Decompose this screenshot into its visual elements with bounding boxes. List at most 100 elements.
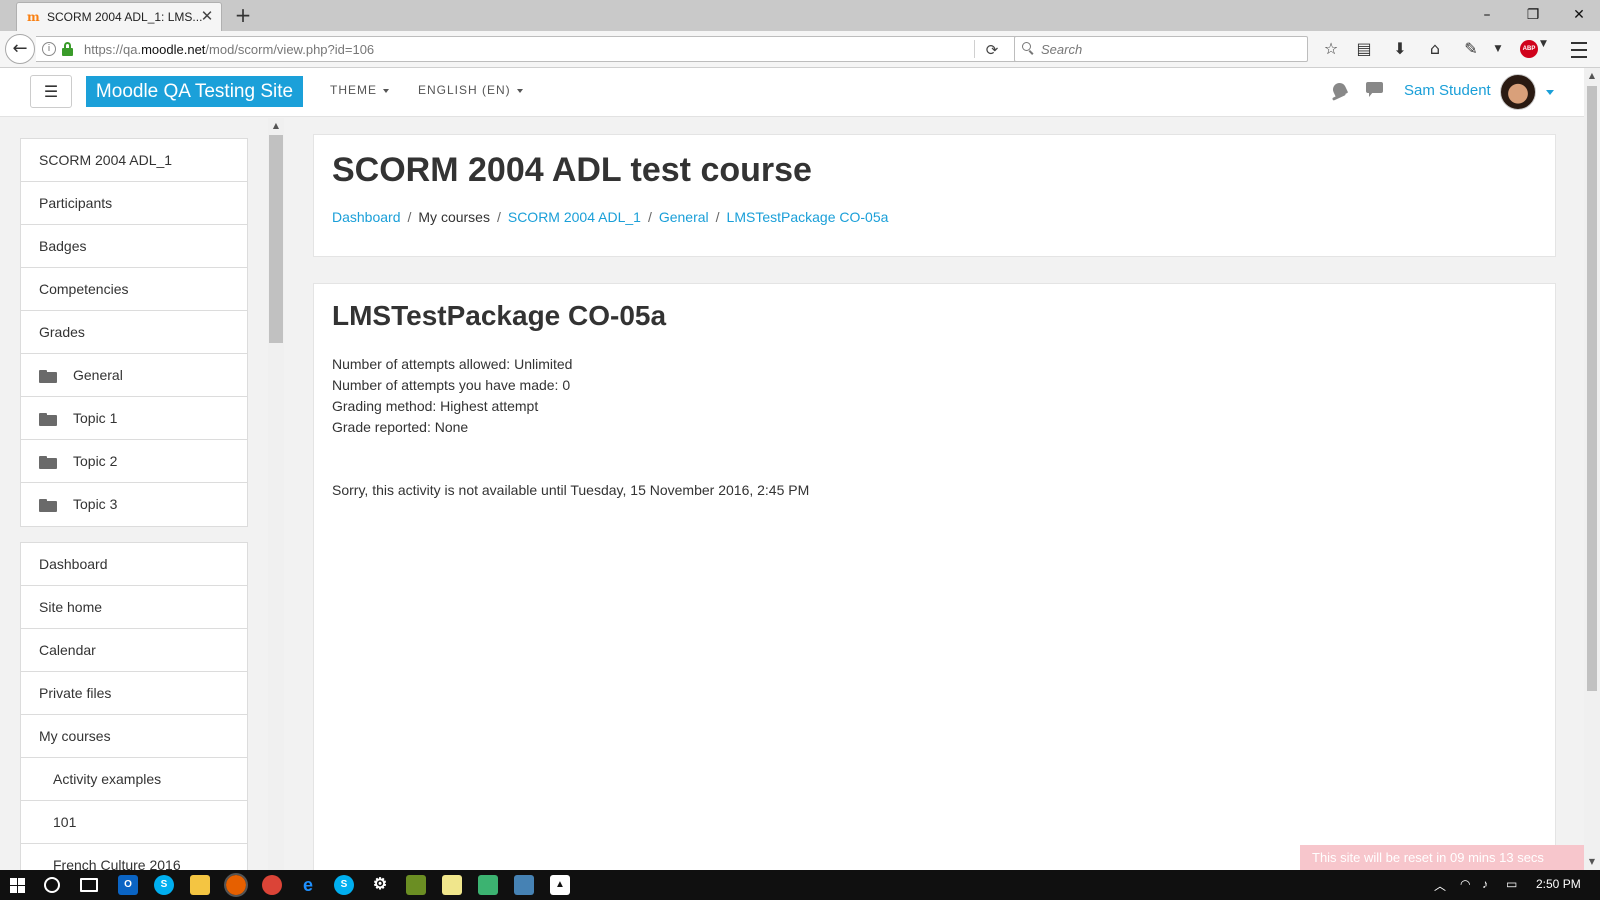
home-icon[interactable]: ⌂ <box>1423 38 1447 60</box>
attempts-allowed: Number of attempts allowed: Unlimited <box>332 356 573 372</box>
folder-icon <box>39 413 57 426</box>
firefox-icon[interactable] <box>224 873 248 897</box>
volume-icon[interactable]: ♪ <box>1482 877 1488 891</box>
file-explorer-icon[interactable] <box>190 875 210 895</box>
notifications-bell-icon[interactable] <box>1330 80 1350 101</box>
back-button[interactable]: ← <box>5 34 35 64</box>
breadcrumb-section[interactable]: General <box>659 209 709 225</box>
edge-icon[interactable]: e <box>298 875 318 895</box>
nav-drawer: SCORM 2004 ADL_1 Participants Badges Com… <box>0 118 284 870</box>
availability-message: Sorry, this activity is not available un… <box>332 482 810 498</box>
user-menu-caret-icon[interactable] <box>1546 90 1554 95</box>
breadcrumb: Dashboard / My courses / SCORM 2004 ADL_1 / Ge… <box>332 209 888 225</box>
close-window-button[interactable]: ✕ <box>1556 0 1600 30</box>
theme-menu[interactable]: THEME <box>330 83 389 97</box>
breadcrumb-separator: / <box>647 209 652 225</box>
settings-gear-icon[interactable]: ⚙ <box>370 875 390 895</box>
activity-card: LMSTestPackage CO-05a Number of attempts… <box>313 283 1556 870</box>
app-icon[interactable] <box>478 875 498 895</box>
tray-expand-icon[interactable]: ︿ <box>1434 877 1446 894</box>
site-name-link[interactable]: Moodle QA Testing Site <box>86 76 303 107</box>
moodle-favicon-icon: m <box>27 10 40 24</box>
breadcrumb-activity[interactable]: LMSTestPackage CO-05a <box>727 209 889 225</box>
breadcrumb-separator: / <box>496 209 501 225</box>
drawer-item-activity-examples[interactable]: Activity examples <box>21 758 247 801</box>
breadcrumb-dashboard[interactable]: Dashboard <box>332 209 401 225</box>
drawer-item-topic-2[interactable]: Topic 2 <box>21 440 247 483</box>
drawer-scrollbar[interactable]: ▲ <box>268 118 284 870</box>
site-nav-group: Dashboard Site home Calendar Private fil… <box>20 542 248 870</box>
grading-method: Grading method: Highest attempt <box>332 398 539 414</box>
drawer-item-dashboard[interactable]: Dashboard <box>21 543 247 586</box>
skype-business-icon[interactable]: S <box>334 875 354 895</box>
page-scrollbar[interactable]: ▲ ▼ <box>1584 68 1600 870</box>
skype-icon[interactable]: S <box>154 875 174 895</box>
search-bar[interactable]: Search <box>1014 36 1308 62</box>
adblock-dropdown-icon[interactable]: ▼ <box>1540 39 1547 49</box>
scroll-up-arrow-icon[interactable]: ▲ <box>268 118 284 134</box>
drawer-item-course[interactable]: SCORM 2004 ADL_1 <box>21 139 247 182</box>
drawer-item-topic-3[interactable]: Topic 3 <box>21 483 247 526</box>
user-avatar[interactable] <box>1500 74 1536 110</box>
secure-lock-icon <box>62 42 73 56</box>
messages-icon[interactable] <box>1366 82 1384 98</box>
url-bar[interactable]: i https://qa.moodle.net/mod/scorm/view.p… <box>36 36 1040 62</box>
extension-icon[interactable]: ✎ <box>1459 38 1483 60</box>
drawer-scrollbar-thumb[interactable] <box>269 135 283 343</box>
drawer-toggle-button[interactable]: ☰ <box>30 75 72 108</box>
browser-menu-icon[interactable] <box>1568 37 1590 61</box>
browser-tab[interactable]: m SCORM 2004 ADL_1: LMS... ✕ <box>16 2 222 31</box>
reading-list-icon[interactable]: ▤ <box>1352 38 1376 60</box>
extension-dropdown-icon[interactable]: ▼ <box>1486 38 1510 60</box>
scroll-up-arrow-icon[interactable]: ▲ <box>1584 68 1600 84</box>
caret-down-icon <box>383 88 389 93</box>
outlook-icon[interactable]: O <box>118 875 138 895</box>
tab-close-icon[interactable]: ✕ <box>199 8 215 24</box>
reload-icon[interactable]: ⟳ <box>982 40 1002 60</box>
drawer-item-grades[interactable]: Grades <box>21 311 247 354</box>
activity-title: LMSTestPackage CO-05a <box>332 300 667 331</box>
drawer-item-my-courses[interactable]: My courses <box>21 715 247 758</box>
breadcrumb-course[interactable]: SCORM 2004 ADL_1 <box>508 209 641 225</box>
browser-titlebar: m SCORM 2004 ADL_1: LMS... ✕ + – ❐ ✕ <box>0 0 1600 31</box>
page-header-card: SCORM 2004 ADL test course Dashboard / My … <box>313 134 1556 257</box>
scroll-down-arrow-icon[interactable]: ▼ <box>1584 854 1600 870</box>
drawer-item-general[interactable]: General <box>21 354 247 397</box>
windows-start-icon[interactable] <box>10 878 26 894</box>
restore-button[interactable]: ❐ <box>1510 0 1556 30</box>
chrome-icon[interactable] <box>262 875 282 895</box>
language-menu[interactable]: ENGLISH (EN) <box>418 83 523 97</box>
site-info-icon[interactable]: i <box>42 42 56 56</box>
download-icon[interactable]: ⬇ <box>1388 38 1412 60</box>
page-scrollbar-thumb[interactable] <box>1587 86 1597 691</box>
drawer-item-french-culture[interactable]: French Culture 2016 <box>21 844 247 870</box>
bookmark-star-icon[interactable]: ☆ <box>1319 38 1343 60</box>
course-nav-group: SCORM 2004 ADL_1 Participants Badges Com… <box>20 138 248 527</box>
user-name-link[interactable]: Sam Student <box>1404 82 1491 99</box>
photos-icon[interactable]: ▲ <box>550 875 570 895</box>
remote-desktop-icon[interactable] <box>514 875 534 895</box>
new-tab-button[interactable]: + <box>232 4 254 26</box>
minimize-button[interactable]: – <box>1464 0 1510 30</box>
drawer-item-101[interactable]: 101 <box>21 801 247 844</box>
browser-navbar: ← i https://qa.moodle.net/mod/scorm/view… <box>0 31 1600 68</box>
adblock-icon[interactable]: ABP <box>1520 40 1538 58</box>
clock[interactable]: 2:50 PM <box>1536 877 1581 891</box>
notes-icon[interactable] <box>442 875 462 895</box>
url-text: https://qa.moodle.net/mod/scorm/view.php… <box>84 42 375 57</box>
drawer-item-badges[interactable]: Badges <box>21 225 247 268</box>
drawer-item-private-files[interactable]: Private files <box>21 672 247 715</box>
drawer-item-participants[interactable]: Participants <box>21 182 247 225</box>
drawer-item-calendar[interactable]: Calendar <box>21 629 247 672</box>
action-center-icon[interactable]: ▭ <box>1506 877 1517 891</box>
drawer-item-competencies[interactable]: Competencies <box>21 268 247 311</box>
drawer-item-site-home[interactable]: Site home <box>21 586 247 629</box>
app-icon[interactable] <box>406 875 426 895</box>
tab-title: SCORM 2004 ADL_1: LMS... <box>47 10 203 24</box>
wifi-icon[interactable]: ◠ <box>1460 877 1470 891</box>
search-placeholder: Search <box>1041 42 1083 57</box>
folder-icon <box>39 499 57 512</box>
cortana-icon[interactable] <box>44 877 60 893</box>
drawer-item-topic-1[interactable]: Topic 1 <box>21 397 247 440</box>
task-view-icon[interactable] <box>80 878 98 892</box>
